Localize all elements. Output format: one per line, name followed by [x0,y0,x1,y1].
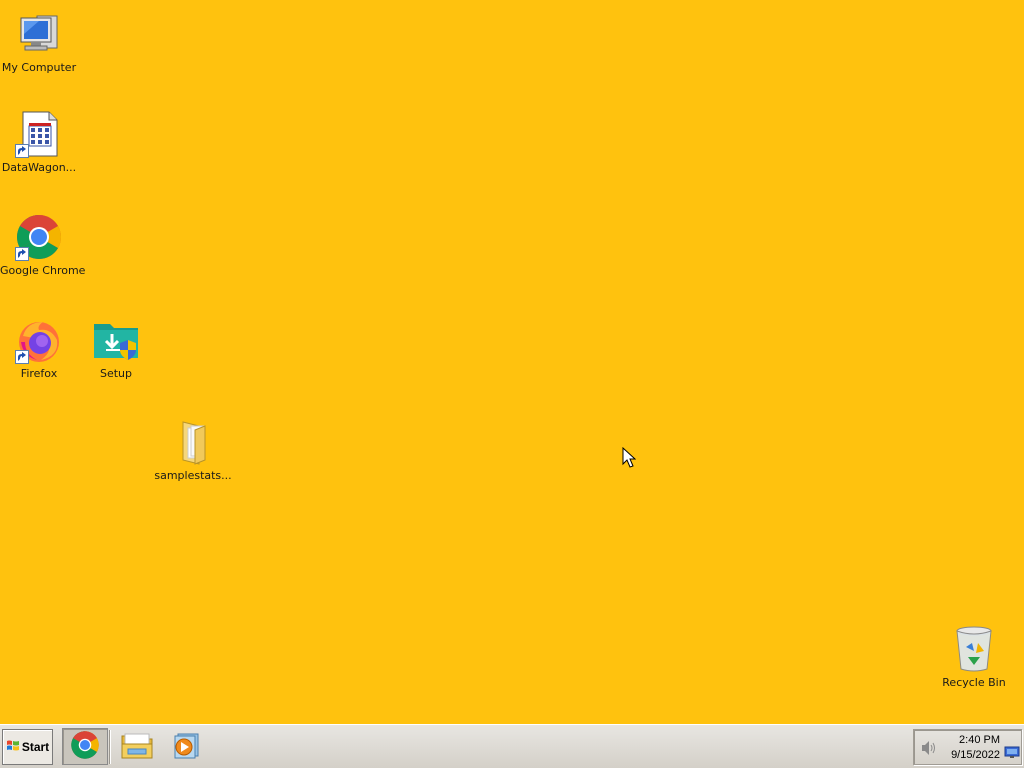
chrome-icon [70,730,100,764]
desktop[interactable]: My Computer DataWagon... Google Chrome F… [0,0,1024,724]
desktop-icon-datawagon[interactable]: DataWagon... [0,110,78,174]
taskbar-separator [109,730,111,764]
windows-flag-icon [6,738,20,757]
mouse-cursor-icon [622,446,637,473]
google-chrome-icon [15,213,63,261]
start-label: Start [21,740,50,754]
desktop-icon-samplestats[interactable]: samplestats... [154,418,232,482]
taskbar: Start 2:40 PM 9/15/2022 [0,724,1024,768]
speaker-icon[interactable] [920,740,938,760]
desktop-icon-label: Setup [99,367,133,380]
taskbar-media-player-button[interactable] [162,728,208,765]
desktop-icon-setup[interactable]: Setup [77,316,155,380]
desktop-icon-my-computer[interactable]: My Computer [0,10,78,74]
setup-icon [92,316,140,364]
desktop-icon-label: Recycle Bin [942,676,1006,689]
start-button[interactable]: Start [2,729,53,765]
desktop-icon-recycle-bin[interactable]: Recycle Bin [935,625,1013,689]
my-computer-icon [15,10,63,58]
clock[interactable]: 2:40 PM 9/15/2022 [946,733,1000,763]
desktop-icon-label: Google Chrome [0,264,86,277]
shortcut-arrow-icon [15,350,29,364]
clock-date: 9/15/2022 [951,749,1000,761]
desktop-icon-google-chrome[interactable]: Google Chrome [0,213,86,277]
datawagon-icon [15,110,63,158]
media-player-icon [170,731,200,763]
shortcut-arrow-icon [15,247,29,261]
desktop-icon-label: samplestats... [154,469,232,482]
file-explorer-icon [120,730,154,764]
shortcut-arrow-icon [15,144,29,158]
network-icon[interactable] [1004,743,1020,762]
clock-time: 2:40 PM [959,734,1000,746]
firefox-icon [15,316,63,364]
desktop-icon-label: Firefox [20,367,58,380]
recycle-bin-icon [950,625,998,673]
desktop-icon-label: DataWagon... [1,161,77,174]
taskbar-chrome-button[interactable] [62,728,108,765]
samplestats-folder-icon [169,418,217,466]
taskbar-file-explorer-button[interactable] [114,728,160,765]
desktop-icon-firefox[interactable]: Firefox [0,316,78,380]
system-tray: 2:40 PM 9/15/2022 [913,729,1022,765]
desktop-icon-label: My Computer [1,61,77,74]
